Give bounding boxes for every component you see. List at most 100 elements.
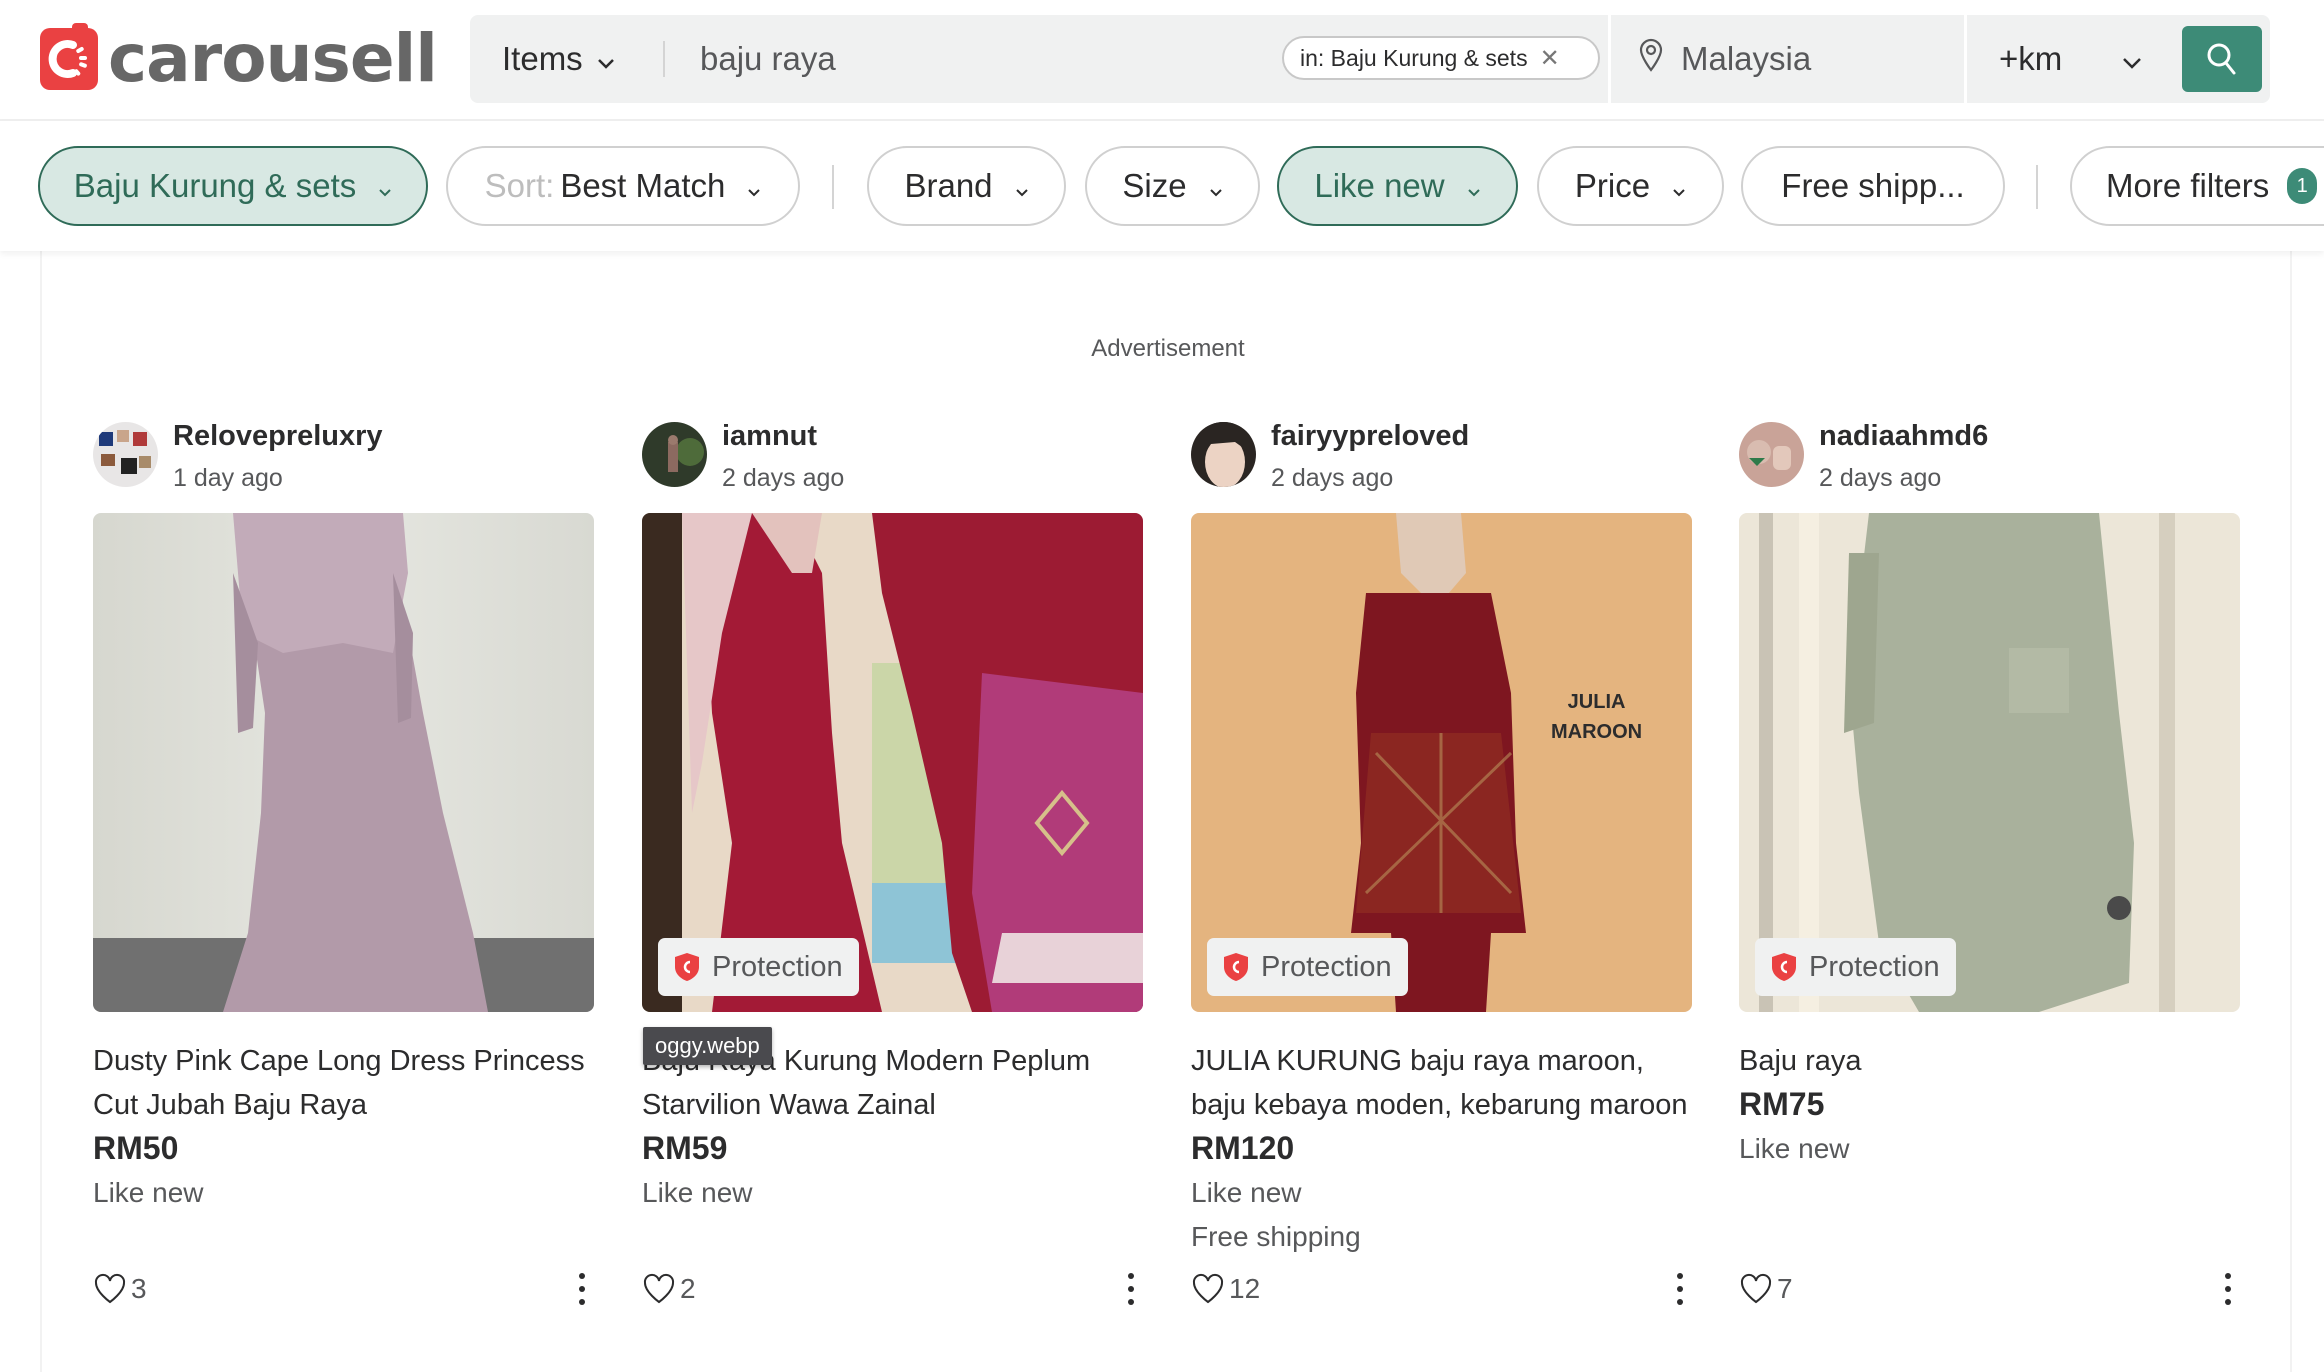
listing-title[interactable]: Dusty Pink Cape Long Dress Princess Cut … [93,1039,594,1127]
more-filters-label: More filters [2106,167,2270,204]
listing-price: RM59 [642,1130,728,1166]
more-options-icon[interactable] [570,1269,594,1309]
sort-prefix: Sort: [484,167,555,204]
condition-filter-pill[interactable]: Like new [1277,146,1518,226]
protection-label: Protection [712,950,843,983]
chevron-down-icon [597,40,615,78]
category-filter-pill[interactable]: Baju Kurung & sets [38,146,428,226]
location-pin-icon [1639,38,1663,80]
distance-label: +km [1999,40,2063,77]
image-caption: JULIA MAROON [1551,687,1642,747]
protection-badge: Protection [658,938,859,996]
chevron-down-icon [2122,40,2142,78]
listing-card[interactable]: iamnut 2 days ago Protection Baju Raya K… [642,413,1143,1353]
search-icon [2207,43,2236,75]
image-caption-line: JULIA [1567,691,1626,713]
posted-time: 2 days ago [722,464,845,492]
heart-icon [1192,1273,1224,1304]
carousell-logo-icon [40,23,98,90]
listing-photo[interactable]: JULIA MAROON Protection [1191,513,1692,1012]
protection-label: Protection [1261,950,1392,983]
seller-name[interactable]: nadiaahmd6 [1819,420,1988,453]
listing-condition: Like new [1739,1133,1850,1164]
listing-photo[interactable]: Protection [1739,513,2240,1012]
protection-badge: Protection [1207,938,1408,996]
listing-card[interactable]: fairyypreloved 2 days ago JULIA MAROON P… [1191,413,1692,1353]
brand-filter-pill[interactable]: Brand [867,146,1066,226]
category-chip-label: in: Baju Kurung & sets [1300,44,1528,71]
heart-icon [1740,1273,1772,1304]
heart-icon [94,1273,126,1304]
listing-price: RM50 [93,1130,179,1166]
listing-shipping: Free shipping [1191,1221,1361,1252]
search-divider [663,41,665,77]
listing-condition: Like new [642,1177,753,1208]
posted-time: 1 day ago [173,464,283,492]
seller-avatar[interactable] [642,422,707,487]
seller-avatar[interactable] [1191,422,1256,487]
listing-condition: Like new [93,1177,204,1208]
chevron-down-icon [1672,167,1686,205]
protection-label: Protection [1809,950,1940,983]
like-count: 2 [680,1273,696,1304]
chevron-down-icon [1015,167,1029,205]
like-count: 7 [1777,1273,1793,1304]
heart-icon [643,1273,675,1304]
search-scope-dropdown[interactable]: Items [502,15,615,103]
search-input[interactable] [700,15,1260,103]
protection-badge: Protection [1755,938,1956,996]
top-header: carousell Items in: Baju Kurung & sets ✕… [0,0,2324,121]
listing-condition: Like new [1191,1177,1302,1208]
carousell-logo[interactable]: carousell [40,23,438,94]
close-icon[interactable]: ✕ [1540,44,1560,73]
listing-title[interactable]: Baju raya [1739,1039,2240,1083]
search-bar: Items in: Baju Kurung & sets ✕ Malaysia … [470,15,2270,103]
chevron-down-icon [747,167,761,205]
shield-icon [1224,953,1248,981]
price-filter-pill[interactable]: Price [1537,146,1724,226]
seller-name[interactable]: iamnut [722,420,817,453]
seller-avatar[interactable] [1739,422,1804,487]
listing-photo[interactable] [93,513,594,1012]
listing-photo[interactable]: Protection [642,513,1143,1012]
seller-name[interactable]: Relovepreluxry [173,420,383,453]
like-button[interactable]: 7 [1739,1269,1793,1309]
brand-filter-label: Brand [904,167,993,204]
filter-divider [2036,165,2038,209]
listing-title[interactable]: JULIA KURUNG baju raya maroon, baju keba… [1191,1039,1692,1127]
chevron-down-icon [1467,167,1481,205]
shield-icon [675,953,699,981]
more-options-icon[interactable] [1119,1269,1143,1309]
listing-card[interactable]: nadiaahmd6 2 days ago Protection Baju ra… [1739,413,2240,1353]
like-count: 3 [131,1273,147,1304]
location-value: Malaysia [1681,40,1812,77]
price-filter-label: Price [1574,167,1651,204]
listing-card[interactable]: Relovepreluxry 1 day ago Dusty Pink Cape… [93,413,594,1353]
posted-time: 2 days ago [1819,464,1942,492]
image-caption-line: MAROON [1551,721,1643,743]
filter-bar: Baju Kurung & sets Sort: Best Match Bran… [0,121,2324,251]
size-filter-pill[interactable]: Size [1085,146,1260,226]
size-filter-label: Size [1122,167,1187,204]
location-input[interactable]: Malaysia [1608,15,1964,103]
search-scope-label: Items [502,40,583,77]
more-options-icon[interactable] [1668,1269,1692,1309]
sort-value: Best Match [560,167,726,204]
chevron-down-icon [1209,167,1223,205]
chevron-down-icon [378,167,392,205]
listing-results-panel: Advertisement Relovepreluxry 1 day ago D… [40,251,2292,1372]
like-button[interactable]: 12 [1191,1269,1260,1309]
search-button[interactable] [2182,26,2262,92]
seller-avatar[interactable] [93,422,158,487]
listing-price: RM120 [1191,1130,1295,1166]
free-shipping-filter-label: Free shipp... [1781,167,1965,204]
more-options-icon[interactable] [2216,1269,2240,1309]
filter-divider [832,165,834,209]
like-button[interactable]: 3 [93,1269,147,1309]
free-shipping-filter-pill[interactable]: Free shipp... [1741,146,2005,226]
seller-name[interactable]: fairyypreloved [1271,420,1469,453]
more-filters-pill[interactable]: More filters 1 [2070,146,2324,226]
sort-filter-pill[interactable]: Sort: Best Match [446,146,800,226]
category-filter-label: Baju Kurung & sets [73,167,357,204]
like-button[interactable]: 2 [642,1269,696,1309]
